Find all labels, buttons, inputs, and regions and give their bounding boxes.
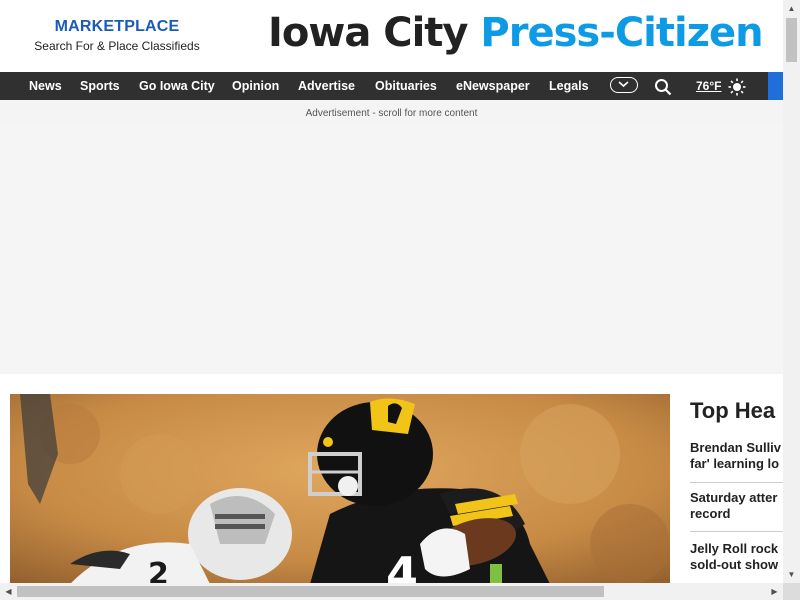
ad-slot[interactable] xyxy=(0,124,783,372)
nav-item-legals[interactable]: Legals xyxy=(549,72,589,100)
nav-item-enewspaper[interactable]: eNewspaper xyxy=(456,72,530,100)
sun-icon[interactable] xyxy=(728,78,746,96)
logo-part-paper[interactable]: Press-Citizen xyxy=(480,10,763,56)
scroll-left-arrow-icon[interactable]: ◀ xyxy=(0,583,17,600)
divider xyxy=(690,531,783,532)
marketplace-title[interactable]: MARKETPLACE xyxy=(22,18,212,36)
runner-jersey-number: 4 xyxy=(386,547,418,584)
logo-part-city[interactable]: Iowa City xyxy=(268,10,480,56)
nav-item-opinion[interactable]: Opinion xyxy=(232,72,279,100)
headline-line-1[interactable]: Jelly Roll rock xyxy=(690,541,778,556)
vertical-scrollbar[interactable] xyxy=(783,0,800,583)
headline-line-2[interactable]: far' learning lo xyxy=(690,456,779,471)
site-logo[interactable]: Iowa City Press-Citizen xyxy=(268,10,764,56)
nav-item-obituaries[interactable]: Obituaries xyxy=(375,72,437,100)
headline-line-1[interactable]: Brendan Sulliv xyxy=(690,440,781,455)
football-photo: 2 4 xyxy=(10,394,670,584)
marketplace-link[interactable]: MARKETPLACE Search For & Place Classifie… xyxy=(22,18,212,53)
nav-item-sports[interactable]: Sports xyxy=(80,72,120,100)
marketplace-subtitle[interactable]: Search For & Place Classifieds xyxy=(22,39,212,53)
nav-item-news[interactable]: News xyxy=(29,72,62,100)
weather-temperature[interactable]: 76°F xyxy=(696,72,721,100)
hero-image[interactable]: 2 4 xyxy=(10,394,670,584)
content-area: 2 4 Top Hea Brendan Sulliv far' learning… xyxy=(0,374,783,584)
top-headlines-heading: Top Hea xyxy=(690,398,776,423)
horizontal-scroll-thumb[interactable] xyxy=(17,586,604,597)
scrollbar-corner xyxy=(783,583,800,600)
scroll-down-arrow-icon[interactable]: ▼ xyxy=(783,566,800,583)
vertical-scroll-thumb[interactable] xyxy=(786,18,797,62)
headline-line-2[interactable]: sold-out show xyxy=(690,557,778,572)
scroll-up-arrow-icon[interactable]: ▲ xyxy=(783,0,800,17)
ad-label: Advertisement - scroll for more content xyxy=(305,108,478,119)
search-icon[interactable] xyxy=(654,78,672,96)
masthead: MARKETPLACE Search For & Place Classifie… xyxy=(0,0,783,72)
headline-line-1[interactable]: Saturday atter xyxy=(690,490,777,505)
opponent-jersey-number: 2 xyxy=(148,557,169,584)
divider xyxy=(690,482,783,483)
nav-item-go-iowa-city[interactable]: Go Iowa City xyxy=(139,72,215,100)
nav-item-advertise[interactable]: Advertise xyxy=(298,72,355,100)
headline-line-2[interactable]: record xyxy=(690,506,730,521)
subscribe-button[interactable] xyxy=(768,72,783,100)
scroll-right-arrow-icon[interactable]: ▶ xyxy=(766,583,783,600)
main-nav: News Sports Go Iowa City Opinion Adverti… xyxy=(0,72,783,100)
more-menu-button[interactable] xyxy=(610,77,638,93)
chevron-down-icon xyxy=(618,81,629,88)
